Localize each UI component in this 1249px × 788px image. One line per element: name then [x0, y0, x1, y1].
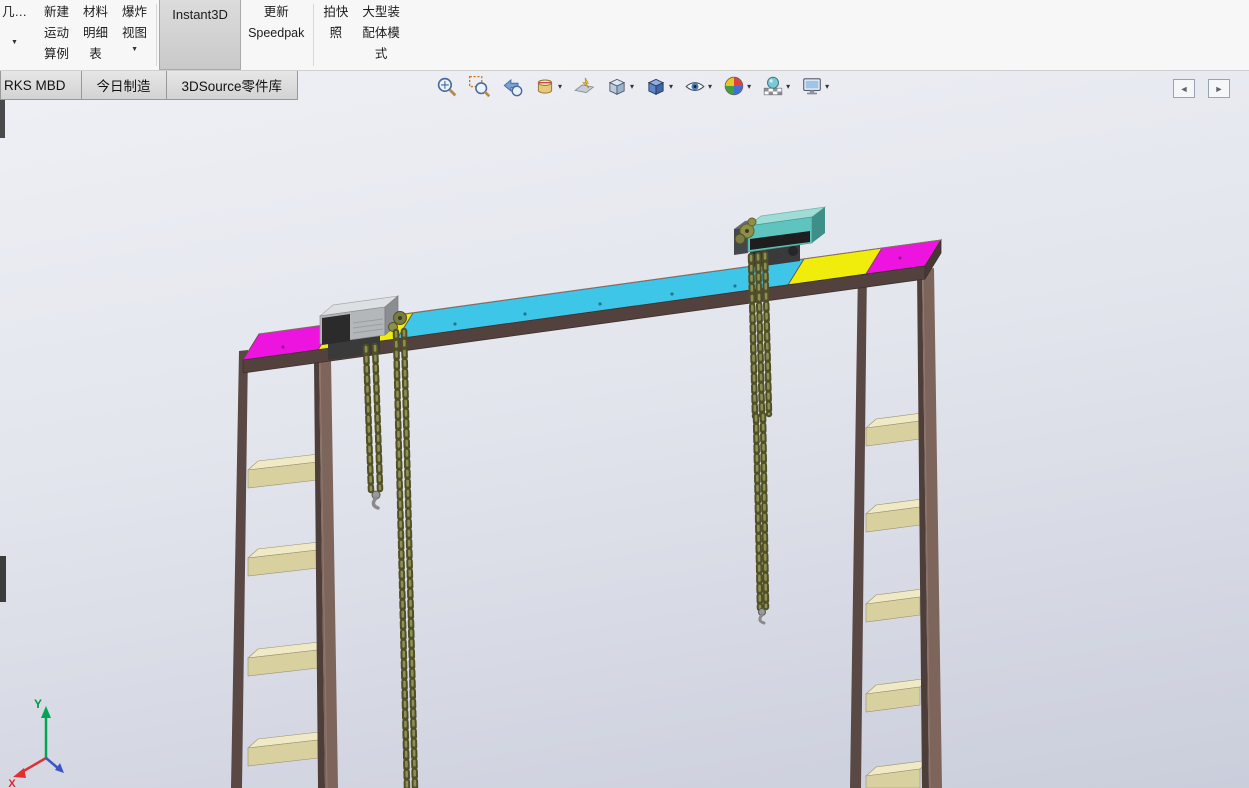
- tab-today-manufacturing[interactable]: 今日制造: [80, 71, 167, 100]
- update-speedpak-button[interactable]: 更新 Speedpak: [241, 0, 311, 70]
- zoom-to-fit-button[interactable]: [434, 74, 458, 98]
- tab-solidworks-mbd[interactable]: RKS MBD: [0, 71, 82, 100]
- dynamic-annotation-views-icon: [574, 77, 595, 94]
- toolbar-button-label: 照: [329, 26, 343, 40]
- right-ladder-column: [850, 267, 942, 788]
- toolbar-button-label: 表: [89, 47, 102, 61]
- zoom-to-fit-icon: [437, 77, 457, 97]
- previous-view-icon: [503, 79, 523, 97]
- commandmanager-tabs: RKS MBD 今日制造 3DSource零件库: [0, 71, 299, 100]
- 3d-model-canvas[interactable]: Y X: [0, 71, 1249, 788]
- previous-view-button[interactable]: [500, 74, 524, 98]
- apply-scene-button[interactable]: ▾: [761, 74, 791, 98]
- zoom-to-area-icon: [468, 75, 490, 97]
- view-orientation-button[interactable]: ▾: [605, 74, 635, 98]
- dropdown-caret-icon: ▾: [708, 81, 713, 91]
- dropdown-caret-icon: ▼: [11, 39, 18, 46]
- tab-label: RKS MBD: [4, 77, 66, 93]
- triad-y-arrow: [41, 706, 51, 718]
- dropdown-caret-icon: ▾: [825, 81, 830, 91]
- hoist-left-panel: [322, 314, 350, 345]
- dynamic-annotation-views-button[interactable]: [572, 74, 596, 98]
- dropdown-caret-icon: ▼: [131, 46, 139, 53]
- instant3d-button[interactable]: Instant3D: [159, 0, 242, 70]
- dropdown-caret-icon: ▾: [786, 81, 791, 91]
- toolbar-button-label: Instant3D: [172, 7, 228, 22]
- collapse-pane-right-button[interactable]: ►: [1208, 79, 1230, 98]
- display-style-icon: [647, 78, 665, 95]
- toolbar-button-label: 爆炸: [122, 5, 148, 19]
- new-motion-study-button[interactable]: 新建 运动 算例: [37, 0, 76, 70]
- arrow-left-icon: ◄: [1179, 83, 1189, 94]
- left-edge-artifact: [0, 100, 6, 602]
- hide-show-items-button[interactable]: ▾: [683, 74, 713, 98]
- triad-x-arrow: [13, 768, 26, 778]
- toolbar-button-label: 配体模: [362, 26, 400, 40]
- toolbar-separator: [156, 4, 158, 66]
- tab-3dsource-parts-library[interactable]: 3DSource零件库: [165, 71, 299, 100]
- tab-label: 今日制造: [96, 79, 151, 94]
- graphics-viewport[interactable]: Y X: [0, 71, 1249, 788]
- large-assembly-mode-button[interactable]: 大型装 配体模 式: [355, 0, 407, 70]
- take-snapshot-button[interactable]: 拍快 照: [316, 0, 355, 70]
- toolbar-button-label: 材料: [83, 5, 109, 19]
- exploded-view-button[interactable]: 爆炸 视图 ▼: [115, 0, 154, 70]
- toolbar-button-label: 运动: [44, 26, 70, 40]
- bill-of-materials-button[interactable]: 材料 明细 表: [76, 0, 115, 70]
- toolbar-button-label: 明细: [83, 26, 109, 40]
- toolbar-button-label: 算例: [44, 47, 70, 61]
- left-ladder-column: [231, 350, 338, 788]
- heads-up-view-toolbar: ▾ ▾ ▾ ▾ ▾ ▾ ▾: [434, 74, 830, 98]
- dropdown-caret-icon: ▾: [630, 81, 635, 91]
- triad-y-label: Y: [34, 697, 42, 711]
- zoom-to-area-button[interactable]: [467, 74, 491, 98]
- toolbar-separator: [313, 4, 315, 66]
- toolbar-button-partial[interactable]: 几… ▼: [0, 0, 37, 70]
- hide-show-items-icon: [685, 82, 705, 91]
- view-settings-icon: [803, 78, 821, 95]
- toolbar-button-label: 拍快: [323, 5, 349, 19]
- arrow-right-icon: ►: [1214, 83, 1224, 94]
- toolbar-button-label: 大型装: [362, 5, 400, 19]
- view-settings-button[interactable]: ▾: [800, 74, 830, 98]
- view-triad[interactable]: Y X: [8, 697, 64, 788]
- tab-label: 3DSource零件库: [181, 79, 283, 94]
- pane-toggle-group: ◄ ►: [1173, 79, 1230, 98]
- view-orientation-icon: [608, 78, 626, 95]
- edit-appearance-button[interactable]: ▾: [722, 74, 752, 98]
- display-style-button[interactable]: ▾: [644, 74, 674, 98]
- apply-scene-icon: [763, 76, 783, 96]
- toolbar-button-label: 几…: [2, 5, 28, 19]
- collapse-pane-left-button[interactable]: ◄: [1173, 79, 1195, 98]
- dropdown-caret-icon: ▾: [669, 81, 674, 91]
- section-view-button[interactable]: ▾: [533, 74, 563, 98]
- command-manager-toolbar: 几… ▼ 新建 运动 算例 材料 明细 表 爆炸 视图 ▼ Instant3D …: [0, 0, 1249, 71]
- toolbar-button-label: 式: [374, 47, 388, 61]
- triad-x-label: X: [8, 778, 16, 788]
- dropdown-caret-icon: ▾: [558, 81, 563, 91]
- toolbar-button-label: 更新: [263, 5, 289, 19]
- toolbar-button-label: 新建: [44, 5, 70, 19]
- edit-appearance-icon: [724, 76, 744, 96]
- section-view-icon: [537, 79, 553, 94]
- dropdown-caret-icon: ▾: [747, 81, 752, 91]
- toolbar-button-label: 视图: [122, 26, 148, 40]
- toolbar-button-label: Speedpak: [248, 26, 305, 40]
